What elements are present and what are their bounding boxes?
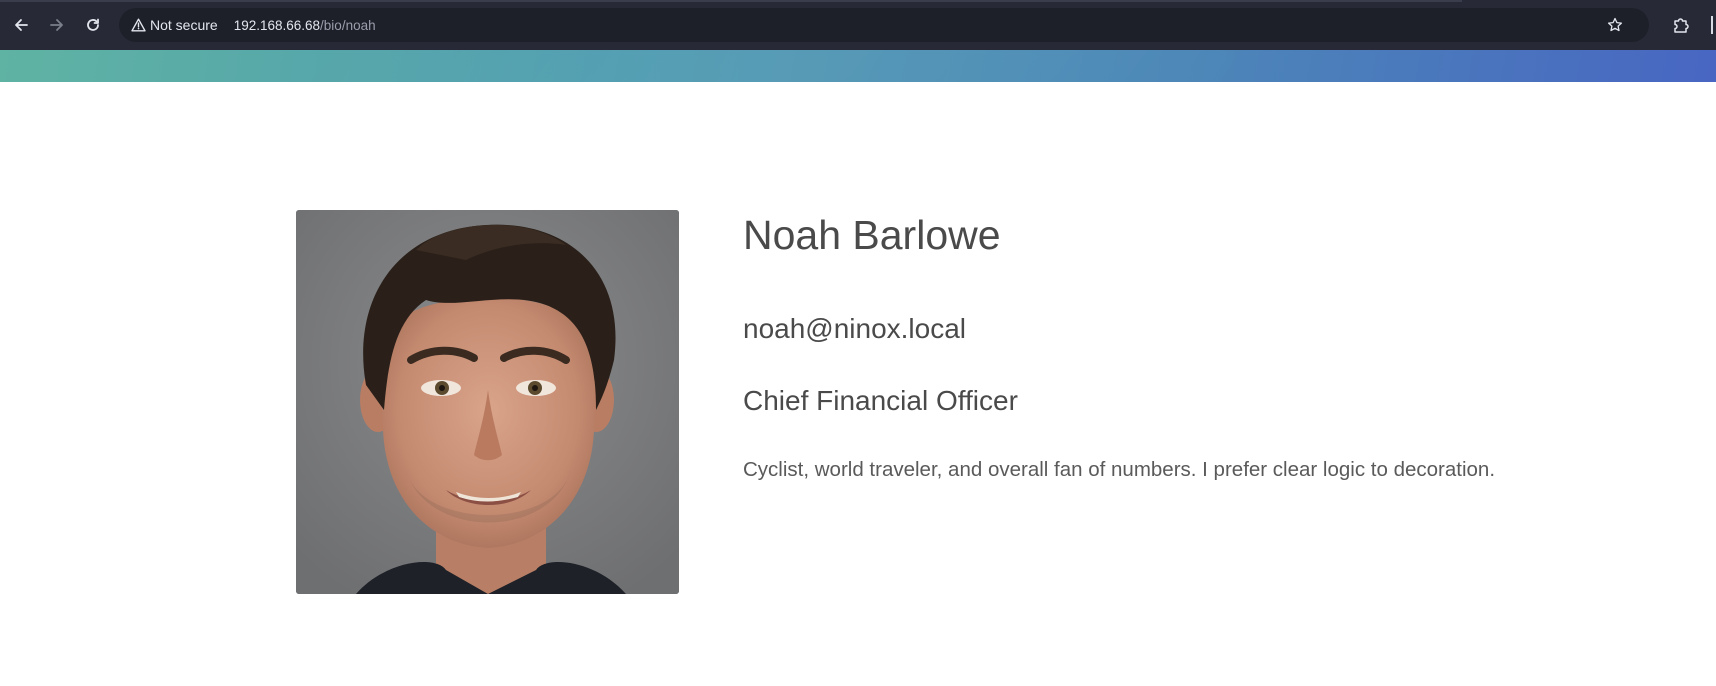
forward-arrow-icon [50, 19, 63, 31]
header-banner [0, 50, 1716, 82]
star-icon [1607, 17, 1623, 32]
back-arrow-icon [15, 19, 28, 31]
warning-triangle-icon [131, 18, 146, 32]
portrait-illustration [296, 210, 679, 594]
browser-toolbar: Not secure 192.168.66.68/bio/noah [0, 0, 1716, 50]
security-label: Not secure [150, 17, 218, 33]
profile-bio: Cyclist, world traveler, and overall fan… [743, 458, 1496, 481]
address-bar[interactable]: Not secure 192.168.66.68/bio/noah [119, 8, 1649, 42]
profile-email: noah@ninox.local [743, 313, 967, 344]
window-edge [1711, 16, 1713, 34]
bookmark-button[interactable] [1605, 15, 1625, 35]
profile-photo [296, 210, 679, 594]
reload-button[interactable] [79, 11, 107, 39]
url-text[interactable]: 192.168.66.68/bio/noah [234, 18, 376, 33]
banner-sheen [276, 50, 1284, 82]
extensions-button[interactable] [1670, 14, 1692, 36]
url-path: /bio/noah [320, 17, 376, 33]
back-button[interactable] [7, 11, 35, 39]
url-host: 192.168.66.68 [233, 17, 321, 33]
profile-title: Chief Financial Officer [743, 385, 1018, 416]
reload-icon [87, 18, 99, 31]
tab-strip-edge [0, 0, 1462, 2]
security-indicator[interactable]: Not secure [131, 17, 218, 33]
profile-name: Noah Barlowe [743, 212, 1001, 258]
puzzle-icon [1674, 18, 1689, 33]
forward-button[interactable] [43, 11, 71, 39]
